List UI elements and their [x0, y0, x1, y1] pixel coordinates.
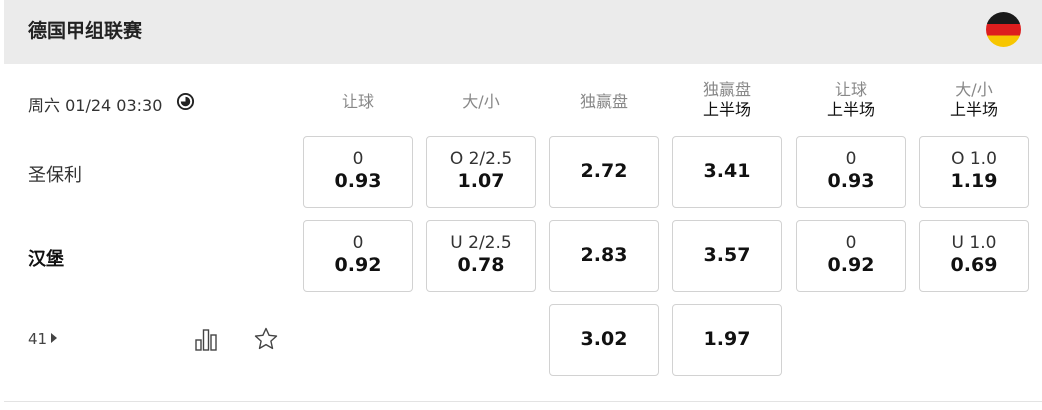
odd-button-away-moneyline[interactable]: 2.83	[549, 220, 659, 292]
odd-price: 2.83	[580, 244, 628, 266]
odd-button-away-moneyline-1h[interactable]: 3.57	[672, 220, 782, 292]
odd-line: U 2/2.5	[450, 233, 512, 253]
odd-button-away-over-under-1h[interactable]: U 1.0 0.69	[919, 220, 1029, 292]
league-header: 德国甲组联赛	[4, 0, 1042, 64]
col-header-label: 大/小	[955, 80, 993, 99]
col-header-sub: 上半场	[949, 100, 998, 119]
col-header-label: 让球	[341, 92, 374, 111]
stats-icon[interactable]	[193, 326, 219, 352]
odd-line: O 2/2.5	[449, 149, 513, 169]
more-markets-count: 41	[28, 330, 48, 348]
odd-price: 0.78	[457, 254, 505, 276]
col-header-handicap-1h: 让球 上半场	[796, 80, 906, 120]
more-markets-link[interactable]: 41	[28, 330, 58, 348]
col-header-over-under: 大/小	[426, 92, 536, 112]
odd-button-draw-moneyline-1h[interactable]: 1.97	[672, 304, 782, 376]
odd-button-home-moneyline-1h[interactable]: 3.41	[672, 136, 782, 208]
col-header-handicap: 让球	[303, 92, 413, 112]
odd-line: 0	[352, 149, 364, 169]
match-datetime: 周六 01/24 03:30	[28, 96, 163, 115]
odd-button-away-over-under[interactable]: U 2/2.5 0.78	[426, 220, 536, 292]
odd-price: 2.72	[580, 160, 628, 182]
odd-price: 3.57	[703, 244, 751, 266]
odd-line: O 1.0	[951, 149, 997, 169]
away-team-name: 汉堡	[28, 249, 64, 270]
odd-price: 1.19	[950, 170, 998, 192]
odd-price: 0.69	[950, 254, 998, 276]
odd-button-away-handicap-1h[interactable]: 0 0.92	[796, 220, 906, 292]
clock-icon	[176, 92, 195, 111]
col-header-label: 独赢盘	[579, 92, 628, 111]
odd-button-home-handicap-1h[interactable]: 0 0.93	[796, 136, 906, 208]
col-header-over-under-1h: 大/小 上半场	[919, 80, 1029, 120]
odd-price: 0.93	[334, 170, 382, 192]
odd-line: U 1.0	[951, 233, 997, 253]
favorite-star-icon[interactable]	[253, 326, 279, 352]
col-header-moneyline: 独赢盘	[549, 92, 659, 112]
odd-line: 0	[845, 233, 857, 253]
col-header-moneyline-1h: 独赢盘 上半场	[672, 80, 782, 120]
col-header-label: 大/小	[462, 92, 500, 111]
germany-flag-icon	[986, 12, 1021, 47]
odd-price: 3.41	[703, 160, 751, 182]
odd-button-draw-moneyline[interactable]: 3.02	[549, 304, 659, 376]
odd-price: 1.97	[703, 328, 751, 350]
odd-button-home-over-under[interactable]: O 2/2.5 1.07	[426, 136, 536, 208]
odd-button-home-moneyline[interactable]: 2.72	[549, 136, 659, 208]
caret-right-icon	[51, 333, 58, 343]
league-title: 德国甲组联赛	[28, 20, 143, 42]
odd-price: 0.92	[827, 254, 875, 276]
home-team-name: 圣保利	[28, 165, 82, 186]
match-card: 周六 01/24 03:30 让球 大/小 独赢盘 独赢盘 上半场 让球 上半场…	[4, 64, 1042, 402]
odd-price: 3.02	[580, 328, 628, 350]
odd-button-home-handicap[interactable]: 0 0.93	[303, 136, 413, 208]
odd-price: 1.07	[457, 170, 505, 192]
odd-line: 0	[845, 149, 857, 169]
odd-line: 0	[352, 233, 364, 253]
col-header-label: 让球	[834, 80, 867, 99]
odd-price: 0.92	[334, 254, 382, 276]
col-header-sub: 上半场	[826, 100, 875, 119]
odd-price: 0.93	[827, 170, 875, 192]
odd-button-home-over-under-1h[interactable]: O 1.0 1.19	[919, 136, 1029, 208]
odd-button-away-handicap[interactable]: 0 0.92	[303, 220, 413, 292]
col-header-sub: 上半场	[702, 100, 751, 119]
col-header-label: 独赢盘	[702, 80, 751, 99]
